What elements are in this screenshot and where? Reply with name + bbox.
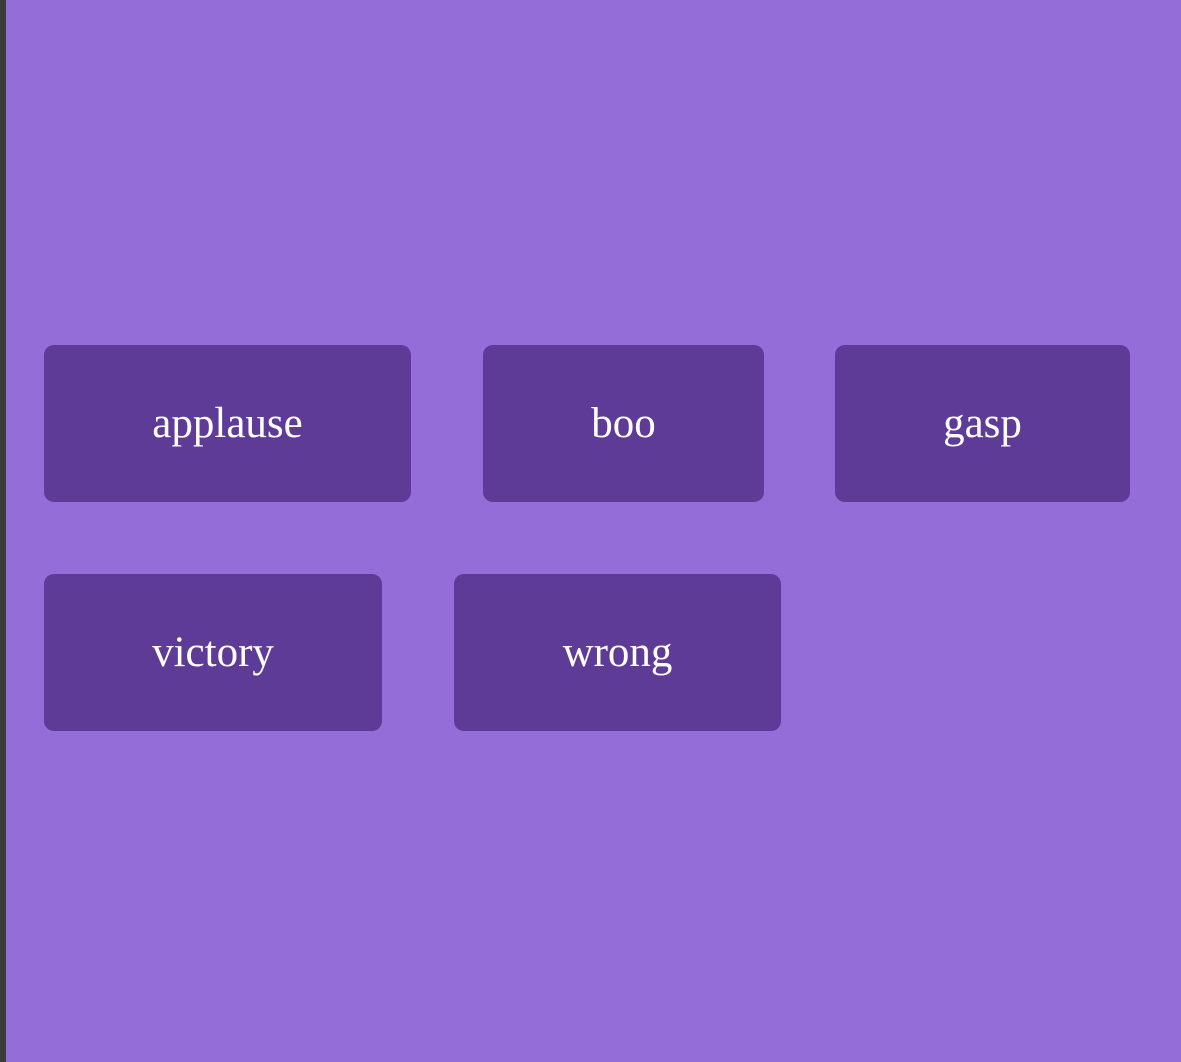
wrong-button[interactable]: wrong bbox=[454, 574, 781, 731]
applause-button[interactable]: applause bbox=[44, 345, 411, 502]
gasp-button-label: gasp bbox=[943, 400, 1022, 447]
applause-button-label: applause bbox=[152, 400, 303, 447]
boo-button[interactable]: boo bbox=[483, 345, 764, 502]
wrong-button-label: wrong bbox=[562, 629, 673, 676]
victory-button[interactable]: victory bbox=[44, 574, 382, 731]
window-left-edge bbox=[0, 0, 6, 1062]
victory-button-label: victory bbox=[152, 629, 274, 676]
gasp-button[interactable]: gasp bbox=[835, 345, 1130, 502]
boo-button-label: boo bbox=[591, 400, 656, 447]
